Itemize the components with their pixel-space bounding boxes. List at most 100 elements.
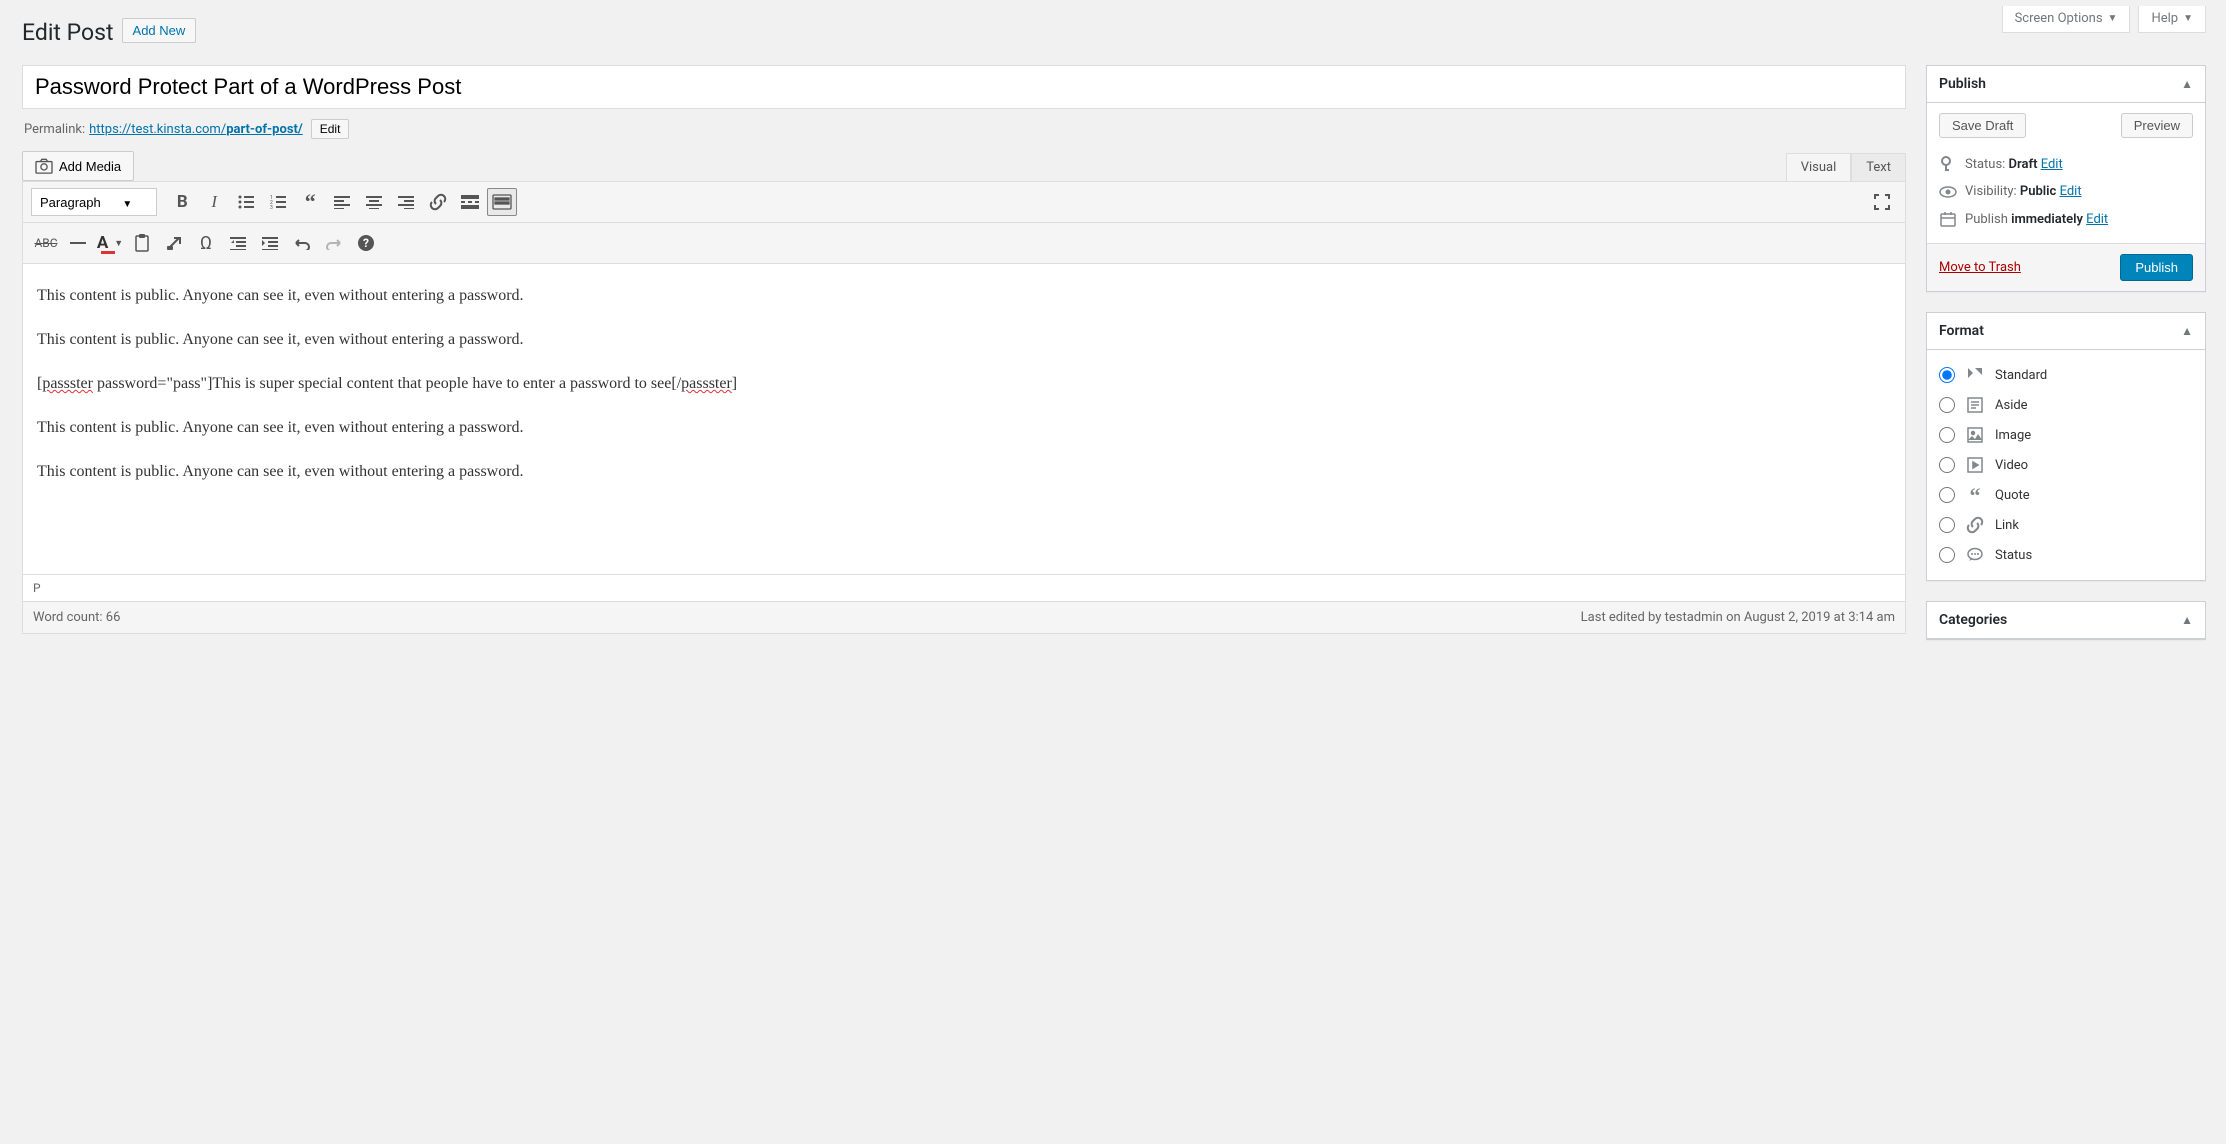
align-left-button[interactable]: [327, 188, 357, 216]
format-radio[interactable]: [1939, 547, 1955, 563]
help-label: Help: [2151, 11, 2178, 26]
format-label: Image: [1995, 428, 2031, 443]
screen-options-label: Screen Options: [2015, 11, 2103, 26]
edit-status-link[interactable]: Edit: [2041, 157, 2063, 172]
chevron-down-icon: ▼: [2183, 13, 2193, 24]
paste-text-button[interactable]: [127, 229, 157, 257]
format-option-video[interactable]: Video: [1939, 450, 2193, 480]
outdent-button[interactable]: [223, 229, 253, 257]
fullscreen-button[interactable]: [1867, 188, 1897, 216]
add-new-button[interactable]: Add New: [122, 18, 197, 43]
strikethrough-button[interactable]: ABC: [31, 229, 61, 257]
read-more-button[interactable]: [455, 188, 485, 216]
format-box-header[interactable]: Format ▲: [1927, 313, 2205, 350]
chevron-up-icon: ▲: [2181, 77, 2193, 91]
format-radio[interactable]: [1939, 457, 1955, 473]
blockquote-button[interactable]: “: [295, 188, 325, 216]
format-radio[interactable]: [1939, 367, 1955, 383]
format-label: Status: [1995, 548, 2032, 563]
last-edited: Last edited by testadmin on August 2, 20…: [1581, 610, 1895, 625]
editor-paragraph: This content is public. Anyone can see i…: [37, 284, 1891, 308]
chevron-down-icon: ▼: [114, 238, 123, 249]
publish-box-header[interactable]: Publish ▲: [1927, 66, 2205, 103]
add-media-button[interactable]: Add Media: [22, 151, 134, 181]
permalink-label: Permalink:: [24, 122, 85, 137]
link-button[interactable]: [423, 188, 453, 216]
format-label: Video: [1995, 458, 2028, 473]
format-radio[interactable]: [1939, 487, 1955, 503]
camera-icon: [35, 158, 53, 174]
editor-status-bar: P: [23, 574, 1905, 601]
editor-paragraph: This content is public. Anyone can see i…: [37, 460, 1891, 484]
format-option-image[interactable]: Image: [1939, 420, 2193, 450]
indent-button[interactable]: [255, 229, 285, 257]
help-tab[interactable]: Help ▼: [2138, 6, 2206, 33]
horizontal-rule-button[interactable]: [63, 229, 93, 257]
format-option-link[interactable]: Link: [1939, 510, 2193, 540]
categories-box: Categories ▲: [1926, 601, 2206, 640]
edit-visibility-link[interactable]: Edit: [2060, 184, 2082, 199]
format-radio[interactable]: [1939, 517, 1955, 533]
italic-button[interactable]: I: [199, 188, 229, 216]
align-right-button[interactable]: [391, 188, 421, 216]
editor-box: Paragraph ▼ B I 123 “ ABC: [22, 181, 1906, 634]
save-draft-button[interactable]: Save Draft: [1939, 113, 2026, 138]
svg-text:?: ?: [363, 236, 369, 250]
undo-button[interactable]: [287, 229, 317, 257]
chevron-down-icon: ▼: [2108, 13, 2118, 24]
format-option-aside[interactable]: Aside: [1939, 390, 2193, 420]
numbered-list-button[interactable]: 123: [263, 188, 293, 216]
align-center-button[interactable]: [359, 188, 389, 216]
format-radio[interactable]: [1939, 427, 1955, 443]
edit-publish-date-link[interactable]: Edit: [2086, 212, 2108, 227]
format-label: Link: [1995, 518, 2019, 533]
visual-tab[interactable]: Visual: [1786, 153, 1852, 181]
add-media-label: Add Media: [59, 159, 121, 174]
text-color-button[interactable]: A▼: [95, 229, 125, 257]
publish-button[interactable]: Publish: [2120, 254, 2193, 281]
publish-box: Publish ▲ Save Draft Preview Status: Dra…: [1926, 65, 2206, 292]
video-icon: [1965, 455, 1985, 475]
image-icon: [1965, 425, 1985, 445]
text-tab[interactable]: Text: [1851, 153, 1906, 181]
redo-button[interactable]: [319, 229, 349, 257]
visibility-row: Visibility: Public Edit: [1939, 178, 2193, 205]
format-label: Standard: [1995, 368, 2047, 383]
format-option-quote[interactable]: “Quote: [1939, 480, 2193, 510]
preview-button[interactable]: Preview: [2121, 113, 2193, 138]
editor-paragraph: This content is public. Anyone can see i…: [37, 328, 1891, 352]
link-icon: [1965, 515, 1985, 535]
paragraph-format-select[interactable]: Paragraph ▼: [31, 188, 157, 216]
chevron-down-icon: ▼: [122, 199, 132, 210]
bullet-list-button[interactable]: [231, 188, 261, 216]
toolbar-toggle-button[interactable]: [487, 188, 517, 216]
permalink-row: Permalink: https://test.kinsta.com/part-…: [24, 119, 1906, 139]
format-option-status[interactable]: Status: [1939, 540, 2193, 570]
clear-formatting-button[interactable]: [159, 229, 189, 257]
format-label: Aside: [1995, 398, 2028, 413]
format-label: Quote: [1995, 488, 2030, 503]
special-character-button[interactable]: Ω: [191, 229, 221, 257]
svg-text:3: 3: [270, 205, 273, 209]
format-box: Format ▲ Standard Aside Image Video “Quote Li…: [1926, 312, 2206, 581]
move-to-trash-link[interactable]: Move to Trash: [1939, 260, 2021, 275]
format-radio[interactable]: [1939, 397, 1955, 413]
publish-title: Publish: [1939, 76, 1986, 92]
page-title: Edit Post: [22, 10, 114, 50]
keyboard-help-button[interactable]: ?: [351, 229, 381, 257]
permalink-link[interactable]: https://test.kinsta.com/part-of-post/: [89, 122, 303, 137]
standard-icon: [1965, 365, 1985, 385]
word-count: Word count: 66: [33, 610, 120, 625]
categories-box-header[interactable]: Categories ▲: [1927, 602, 2205, 639]
bold-button[interactable]: B: [167, 188, 197, 216]
eye-icon: [1939, 186, 1957, 198]
publish-date-row: Publish immediately Edit: [1939, 205, 2193, 233]
screen-options-tab[interactable]: Screen Options ▼: [2002, 6, 2131, 33]
editor-content-area[interactable]: This content is public. Anyone can see i…: [23, 264, 1905, 574]
key-icon: [1939, 156, 1957, 172]
edit-slug-button[interactable]: Edit: [311, 119, 350, 139]
format-option-standard[interactable]: Standard: [1939, 360, 2193, 390]
status-row: Status: Draft Edit: [1939, 150, 2193, 178]
post-title-input[interactable]: [22, 65, 1906, 109]
calendar-icon: [1939, 211, 1957, 227]
